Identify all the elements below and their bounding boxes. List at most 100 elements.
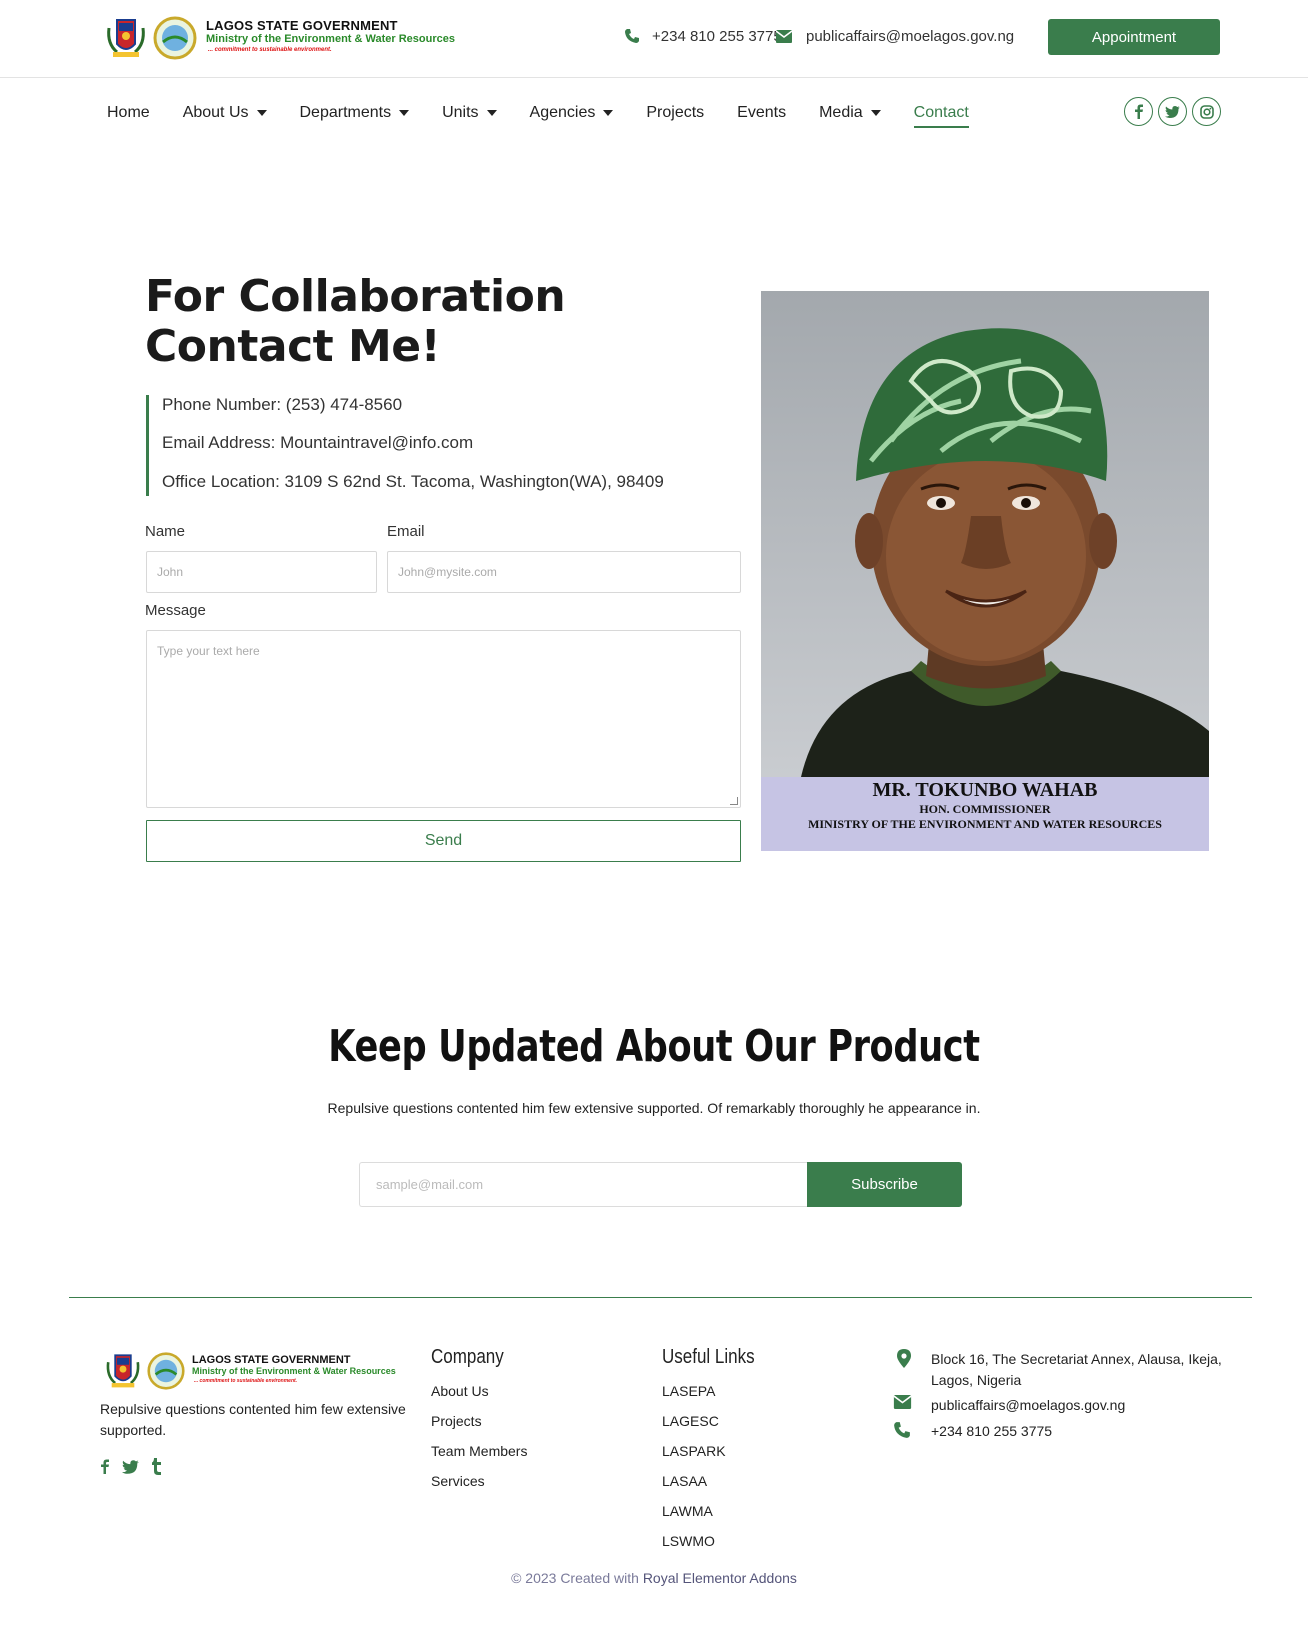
email-input[interactable]: John@mysite.com <box>387 551 741 593</box>
footer-useful-links-title: Useful Links <box>662 1346 755 1368</box>
commissioner-photo <box>761 291 1209 777</box>
envelope-icon <box>776 29 792 43</box>
site-logo[interactable]: LAGOS STATE GOVERNMENT Ministry of the E… <box>103 14 463 64</box>
contact-heading-line1: For Collaboration <box>145 271 566 322</box>
nav-label: Agencies <box>529 104 596 121</box>
nav-item-about-us[interactable]: About Us <box>183 100 267 126</box>
footer-email-text: publicaffairs@moelagos.gov.ng <box>931 1397 1126 1413</box>
facebook-icon <box>1134 104 1143 119</box>
footer-link-team-members[interactable]: Team Members <box>431 1443 527 1459</box>
nav-label: About Us <box>182 104 249 121</box>
message-textarea[interactable]: Type your text here <box>146 630 741 808</box>
footer-link-lasaa[interactable]: LASAA <box>662 1473 707 1489</box>
caret-down-icon <box>399 110 410 116</box>
twitter-link[interactable] <box>1158 97 1187 126</box>
contact-details: Phone Number: (253) 474-8560 Email Addre… <box>146 395 726 496</box>
commissioner-portrait: MR. TOKUNBO WAHAB HON. COMMISSIONER MINI… <box>761 291 1209 851</box>
commissioner-name: MR. TOKUNBO WAHAB <box>872 779 1098 801</box>
contact-email: Email Address: Mountaintravel@info.com <box>162 433 474 452</box>
footer-company-title: Company <box>431 1346 504 1368</box>
contact-phone: Phone Number: (253) 474-8560 <box>162 395 403 414</box>
header-phone-text: +234 810 255 3775 <box>652 27 782 45</box>
footer-link-about-us[interactable]: About Us <box>431 1383 489 1399</box>
footer-divider <box>69 1297 1252 1298</box>
footer-logo-subtitle: Ministry of the Environment & Water Reso… <box>192 1366 396 1376</box>
header-email[interactable]: publicaffairs@moelagos.gov.ng <box>776 26 1014 46</box>
nav-label: Contact <box>913 104 969 121</box>
main-nav: Home About Us Departments Units Agencies… <box>107 100 1002 128</box>
resize-handle-icon[interactable] <box>730 797 738 805</box>
copyright: © 2023 Created with Royal Elementor Addo… <box>0 1570 1308 1586</box>
facebook-link[interactable] <box>1124 97 1153 126</box>
lagos-crest-icon <box>106 1354 140 1388</box>
footer-phone[interactable]: +234 810 255 3775 <box>893 1421 1251 1442</box>
header-phone[interactable]: +234 810 255 3775 <box>624 26 782 46</box>
nav-item-units[interactable]: Units <box>442 100 497 126</box>
newsletter-title: Keep Updated About Our Product <box>328 1021 980 1072</box>
lagos-crest-icon <box>107 19 145 57</box>
commissioner-ministry: MINISTRY OF THE ENVIRONMENT AND WATER RE… <box>808 817 1162 831</box>
facebook-icon[interactable] <box>100 1458 110 1475</box>
map-pin-icon <box>897 1349 911 1368</box>
header-social-links <box>1124 97 1221 126</box>
phone-icon <box>894 1422 910 1438</box>
nav-item-home[interactable]: Home <box>107 100 150 126</box>
nav-label: Events <box>737 104 787 121</box>
contact-location: Office Location: 3109 S 62nd St. Tacoma,… <box>162 472 664 491</box>
nav-label: Units <box>442 104 479 121</box>
copyright-link[interactable]: Royal Elementor Addons <box>643 1570 797 1586</box>
footer-link-lasepa[interactable]: LASEPA <box>662 1383 715 1399</box>
appointment-button[interactable]: Appointment <box>1048 19 1220 55</box>
tumblr-icon[interactable] <box>151 1458 162 1475</box>
footer-phone-text: +234 810 255 3775 <box>931 1423 1053 1439</box>
commissioner-role: HON. COMMISSIONER <box>919 802 1051 816</box>
ministry-seal-icon <box>147 1352 185 1390</box>
nav-item-events[interactable]: Events <box>737 100 786 126</box>
portrait-caption: MR. TOKUNBO WAHAB HON. COMMISSIONER MINI… <box>761 777 1209 851</box>
footer-social-links <box>100 1458 162 1475</box>
logo-tagline: ... commitment to sustainable environmen… <box>208 47 332 53</box>
nav-item-departments[interactable]: Departments <box>300 100 410 126</box>
nav-label: Home <box>107 104 150 121</box>
instagram-link[interactable] <box>1192 97 1221 126</box>
nav-label: Departments <box>299 104 392 121</box>
footer-email[interactable]: publicaffairs@moelagos.gov.ng <box>893 1395 1251 1416</box>
phone-icon <box>625 29 639 43</box>
nav-item-contact[interactable]: Contact <box>913 100 969 128</box>
footer-link-lawma[interactable]: LAWMA <box>662 1503 713 1519</box>
subscribe-button[interactable]: Subscribe <box>807 1162 962 1207</box>
name-input[interactable]: John <box>146 551 377 593</box>
nav-label: Media <box>819 104 863 121</box>
nav-item-agencies[interactable]: Agencies <box>530 100 614 126</box>
header-email-text: publicaffairs@moelagos.gov.ng <box>806 27 1015 45</box>
footer-logo-tagline: ... commitment to sustainable environmen… <box>194 1378 298 1384</box>
message-label: Message <box>145 602 206 619</box>
nav-item-projects[interactable]: Projects <box>646 100 704 126</box>
footer-link-lswmo[interactable]: LSWMO <box>662 1533 715 1549</box>
message-placeholder: Type your text here <box>157 644 260 658</box>
footer-link-projects[interactable]: Projects <box>431 1413 482 1429</box>
nav-item-media[interactable]: Media <box>819 100 881 126</box>
twitter-icon[interactable] <box>122 1459 139 1474</box>
footer-link-services[interactable]: Services <box>431 1473 485 1489</box>
footer-about-text: Repulsive questions contented him few ex… <box>100 1401 406 1438</box>
caret-down-icon <box>486 110 497 116</box>
footer-link-laspark[interactable]: LASPARK <box>662 1443 726 1459</box>
logo-subtitle: Ministry of the Environment & Water Reso… <box>206 33 455 45</box>
name-label: Name <box>145 523 186 540</box>
footer-address-text: Block 16, The Secretariat Annex, Alausa,… <box>931 1351 1222 1388</box>
instagram-icon <box>1199 104 1214 119</box>
caret-down-icon <box>256 110 267 116</box>
caret-down-icon <box>603 110 614 116</box>
email-label: Email <box>387 523 425 540</box>
footer-logo[interactable]: LAGOS STATE GOVERNMENT Ministry of the E… <box>103 1350 413 1394</box>
newsletter-email-input[interactable]: sample@mail.com <box>359 1162 808 1207</box>
caret-down-icon <box>870 110 881 116</box>
envelope-icon <box>893 1395 912 1409</box>
footer-address: Block 16, The Secretariat Annex, Alausa,… <box>893 1349 1251 1391</box>
footer-link-lagesc[interactable]: LAGESC <box>662 1413 719 1429</box>
twitter-icon <box>1165 105 1180 118</box>
send-button[interactable]: Send <box>146 820 741 862</box>
copyright-text: © 2023 Created with <box>511 1570 639 1586</box>
contact-heading: For Collaboration Contact Me! <box>145 272 705 372</box>
